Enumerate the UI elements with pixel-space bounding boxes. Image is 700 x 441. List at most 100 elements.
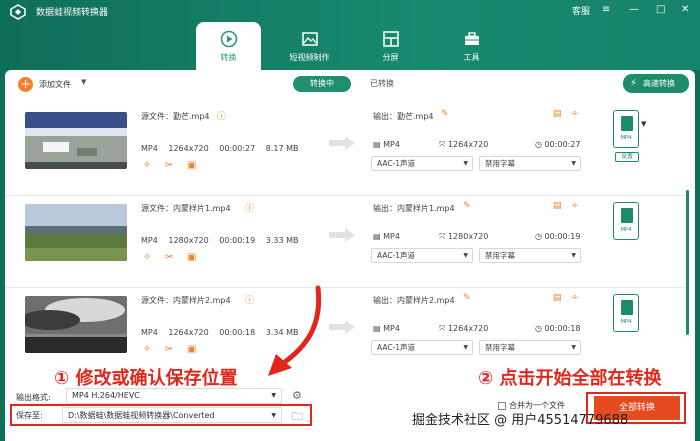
output-format-select-value: MP4 H.264/HEVC [72,391,140,400]
save-to-label: 保存至: [16,411,43,420]
file-icon [621,300,633,315]
title-bar: 数据蛙视频转换器 客服 ≡ — □ ✕ 转换 短视频制作 分屏 工具 [0,0,700,70]
output-resolution-value: 1264x720 [447,324,489,333]
video-thumbnail[interactable] [25,296,127,353]
output-resolution-value: 1264x720 [447,140,489,149]
output-duration: ◷ 00:00:19 [535,232,580,241]
settings-button[interactable]: 设置 [615,152,639,162]
source-size: 8.17 MB [265,144,299,153]
audio-select-value: AAC-1声道 [377,343,416,352]
edit-icon[interactable]: ▣ [187,160,196,171]
output-format-label: 输出格式: [16,393,51,402]
resize-icon: ⤧ [439,232,448,241]
app-title: 数据蛙视频转换器 [36,8,109,18]
effects-icon[interactable]: ✧ [143,160,151,171]
id-icon[interactable]: ▤ [553,201,562,211]
output-resolution: ⤧ 1264x720 [439,324,488,334]
format-label: MP4 [620,319,632,325]
split-icon[interactable]: ÷ [571,201,579,211]
close-button[interactable]: ✕ [681,4,689,15]
arrow-right-icon [329,228,355,242]
edit-icon[interactable]: ▣ [187,344,196,355]
video-thumbnail[interactable] [25,112,127,169]
fast-convert-button[interactable]: ⚡ 高速转换 [623,74,689,93]
maximize-button[interactable]: □ [656,4,665,15]
split-screen-icon [382,30,399,47]
tab-converting[interactable]: 转换中 [293,76,351,92]
film-icon: ▤ [373,324,384,333]
chevron-down-icon[interactable]: ▼ [641,120,646,128]
output-format-value: MP4 [383,324,400,333]
chevron-down-icon: ▼ [463,160,468,167]
output-format-box[interactable]: MP4 [613,202,639,240]
source-info: MP4 1264x720 00:00:27 8.17 MB [141,144,307,153]
id-icon[interactable]: ▤ [553,293,562,303]
format-label: MP4 [620,135,632,141]
rename-pencil-icon[interactable]: ✎ [463,293,471,303]
edit-icon[interactable]: ▣ [187,252,196,263]
add-file-icon[interactable]: + [18,77,33,92]
chevron-down-icon: ▼ [571,344,576,351]
toolbox-icon [464,31,479,45]
split-icon[interactable]: ÷ [571,293,579,303]
scrollbar[interactable] [686,190,689,335]
file-icon [621,116,633,131]
rename-pencil-icon[interactable]: ✎ [441,109,449,119]
output-filename: 输出：内蒙样片2.mp4 [373,296,455,305]
source-duration: 00:00:27 [219,144,256,153]
source-filename: 源文件：勤芒.mp4 [141,112,210,121]
save-path-select[interactable]: D:\数据蛙\数据蛙视频转换器\Converted ▼ [62,407,282,423]
tab-split-screen[interactable]: 分屏 [358,22,423,70]
audio-select[interactable]: AAC-1声道 ▼ [371,340,473,355]
tab-convert-label: 转换 [220,52,237,62]
app-window: 数据蛙视频转换器 客服 ≡ — □ ✕ 转换 短视频制作 分屏 工具 + 添加文… [0,0,700,441]
folder-icon[interactable]: 🗀 [292,408,303,427]
rename-pencil-icon[interactable]: ✎ [463,201,471,211]
output-format-select[interactable]: MP4 H.264/HEVC ▼ [66,388,282,404]
tab-short-video[interactable]: 短视频制作 [277,22,342,70]
output-format-value: MP4 [383,232,400,241]
effects-icon[interactable]: ✧ [143,344,151,355]
film-icon: ▤ [373,232,384,241]
menu-icon[interactable]: ≡ [602,4,610,15]
chevron-down-icon: ▼ [271,412,276,419]
minimize-button[interactable]: — [629,4,639,15]
chevron-down-icon: ▼ [571,160,576,167]
format-settings-icon[interactable]: ⚙ [292,389,302,402]
output-resolution-value: 1280x720 [447,232,489,241]
id-icon[interactable]: ▤ [553,109,562,119]
resize-icon: ⤧ [439,324,448,333]
audio-select[interactable]: AAC-1声道 ▼ [371,248,473,263]
clock-icon: ◷ [535,232,545,241]
scissors-icon[interactable]: ✂ [165,160,173,171]
tab-converted[interactable]: 已转换 [357,76,407,92]
output-format-box[interactable]: MP4 [613,294,639,332]
source-format: MP4 [141,144,158,153]
subtitle-select[interactable]: 禁用字幕 ▼ [479,340,581,355]
output-format-box[interactable]: MP4 [613,110,639,148]
tab-tools[interactable]: 工具 [439,22,504,70]
scissors-icon[interactable]: ✂ [165,344,173,355]
info-icon[interactable]: ⓘ [217,109,226,122]
subtitle-select[interactable]: 禁用字幕 ▼ [479,248,581,263]
tab-convert[interactable]: 转换 [196,22,261,70]
output-format-value: MP4 [383,140,400,149]
annotation-right: ② 点击开始全部在转换 [478,368,662,389]
audio-select-value: AAC-1声道 [377,251,416,260]
split-icon[interactable]: ÷ [571,109,579,119]
chevron-down-icon[interactable]: ▼ [81,78,86,86]
effects-icon[interactable]: ✧ [143,252,151,263]
source-info: MP4 1280x720 00:00:19 3.33 MB [141,236,307,245]
customer-service-link[interactable]: 客服 [572,4,590,17]
info-icon[interactable]: ⓘ [245,201,254,214]
add-file-button[interactable]: 添加文件 [39,79,71,90]
audio-select[interactable]: AAC-1声道 ▼ [371,156,473,171]
output-duration-value: 00:00:27 [544,140,581,149]
convert-icon [220,30,237,47]
output-format: ▤ MP4 [373,140,400,149]
audio-select-value: AAC-1声道 [377,159,416,168]
video-thumbnail[interactable] [25,204,127,261]
subtitle-select[interactable]: 禁用字幕 ▼ [479,156,581,171]
info-icon[interactable]: ⓘ [245,293,254,306]
scissors-icon[interactable]: ✂ [165,252,173,263]
